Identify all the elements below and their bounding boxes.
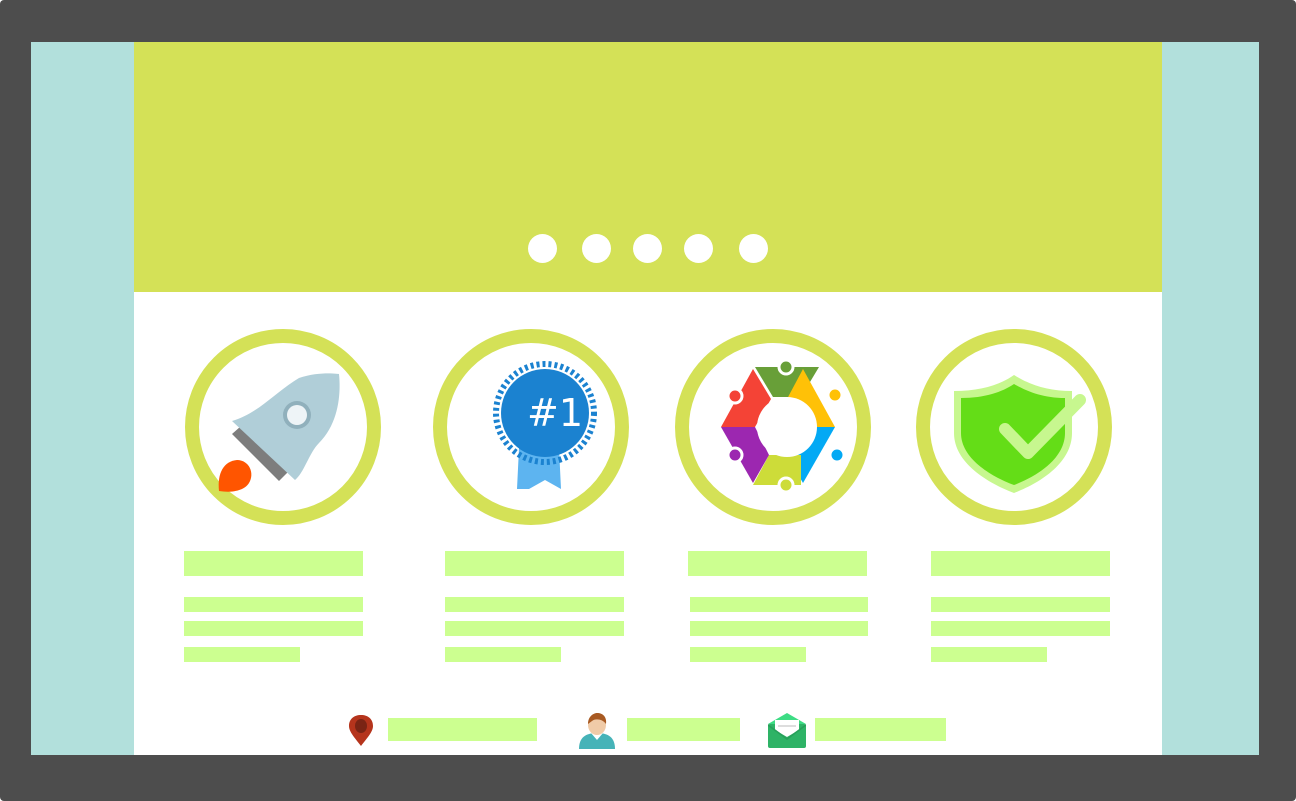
right-sidebar [1162,42,1259,755]
feature-1-line [184,621,363,636]
feature-2-title [445,551,624,576]
feature-4-line [931,621,1110,636]
carousel-dot-3[interactable] [633,234,662,263]
footer-name [627,718,740,741]
feature-award: #1 [433,329,629,525]
footer-address [388,718,537,741]
feature-4-title [931,551,1110,576]
feature-3-line [690,621,868,636]
carousel-dot-5[interactable] [739,234,768,263]
feature-1-title [184,551,363,576]
award-ribbon-icon: #1 [493,361,597,489]
feature-4-line [931,647,1047,662]
feature-team [675,329,871,525]
left-sidebar [31,42,134,755]
carousel-dot-4[interactable] [684,234,713,263]
team-hexagon-icon [721,358,846,494]
feature-1-line [184,647,300,662]
carousel-dot-1[interactable] [528,234,557,263]
feature-4-line [931,597,1110,612]
award-badge-text: #1 [527,391,583,435]
feature-2-line [445,647,561,662]
rocket-icon [218,373,340,492]
feature-1-line [184,597,363,612]
carousel-dot-2[interactable] [582,234,611,263]
feature-3-title [688,551,867,576]
feature-3-line [690,597,868,612]
footer-email [815,718,946,741]
feature-2-line [445,621,624,636]
feature-security [916,329,1112,525]
feature-2-line [445,597,624,612]
feature-rocket [185,329,381,525]
envelope-icon [768,713,806,748]
user-icon [579,713,615,749]
feature-3-line [690,647,806,662]
shield-check-icon [954,375,1086,493]
location-pin-icon [349,715,373,746]
